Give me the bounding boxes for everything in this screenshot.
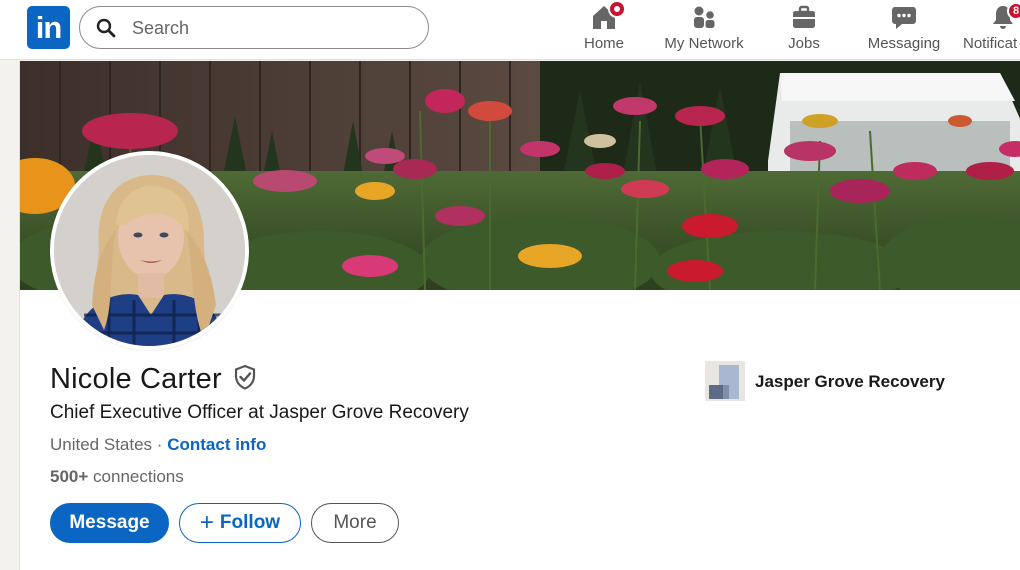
search-icon bbox=[96, 18, 116, 43]
nav-my-network-label: My Network bbox=[664, 35, 744, 52]
search-box[interactable] bbox=[79, 6, 429, 49]
profile-name-row: Nicole Carter bbox=[50, 363, 258, 399]
linkedin-logo[interactable]: in bbox=[27, 6, 70, 49]
top-nav-bar: in Home My bbox=[0, 0, 1020, 60]
connections-count[interactable]: 500+ connections bbox=[50, 467, 184, 487]
search-input[interactable] bbox=[130, 15, 410, 41]
people-icon bbox=[690, 3, 718, 36]
nav-jobs[interactable]: Jobs bbox=[776, 0, 832, 60]
briefcase-icon bbox=[790, 3, 818, 36]
company-name: Jasper Grove Recovery bbox=[755, 372, 945, 391]
nav-jobs-label: Jobs bbox=[788, 35, 820, 52]
nav-home-label: Home bbox=[583, 35, 624, 52]
profile-location: United States bbox=[50, 435, 153, 454]
home-notification-dot bbox=[608, 0, 626, 18]
profile-name: Nicole Carter bbox=[50, 363, 222, 395]
location-row: United States · Contact info bbox=[50, 435, 266, 455]
company-logo-icon bbox=[705, 361, 745, 401]
nav-messaging-label: Messaging bbox=[867, 35, 941, 52]
chat-icon bbox=[890, 3, 918, 36]
nav-notifications-label: Notificat bbox=[963, 35, 1018, 52]
nav-home[interactable]: Home bbox=[574, 0, 634, 60]
connections-number: 500+ bbox=[50, 467, 89, 486]
follow-button[interactable]: + Follow bbox=[179, 503, 301, 543]
message-button[interactable]: Message bbox=[50, 503, 169, 543]
notifications-badge: 8 bbox=[1007, 2, 1020, 20]
nav-my-network[interactable]: My Network bbox=[659, 0, 749, 60]
verified-shield-icon[interactable] bbox=[232, 364, 258, 395]
profile-avatar[interactable] bbox=[50, 151, 249, 350]
plus-icon: + bbox=[199, 509, 214, 536]
profile-headline: Chief Executive Officer at Jasper Grove … bbox=[50, 402, 469, 423]
more-button[interactable]: More bbox=[311, 503, 399, 543]
nav-messaging[interactable]: Messaging bbox=[864, 0, 944, 60]
connections-label: connections bbox=[93, 467, 184, 486]
separator-dot: · bbox=[156, 435, 163, 454]
profile-card: Nicole Carter Chief Executive Officer at… bbox=[19, 61, 1020, 570]
contact-info-link[interactable]: Contact info bbox=[167, 435, 266, 454]
follow-label: Follow bbox=[219, 512, 281, 533]
nav-notifications[interactable]: 8 Notificat bbox=[961, 0, 1020, 60]
